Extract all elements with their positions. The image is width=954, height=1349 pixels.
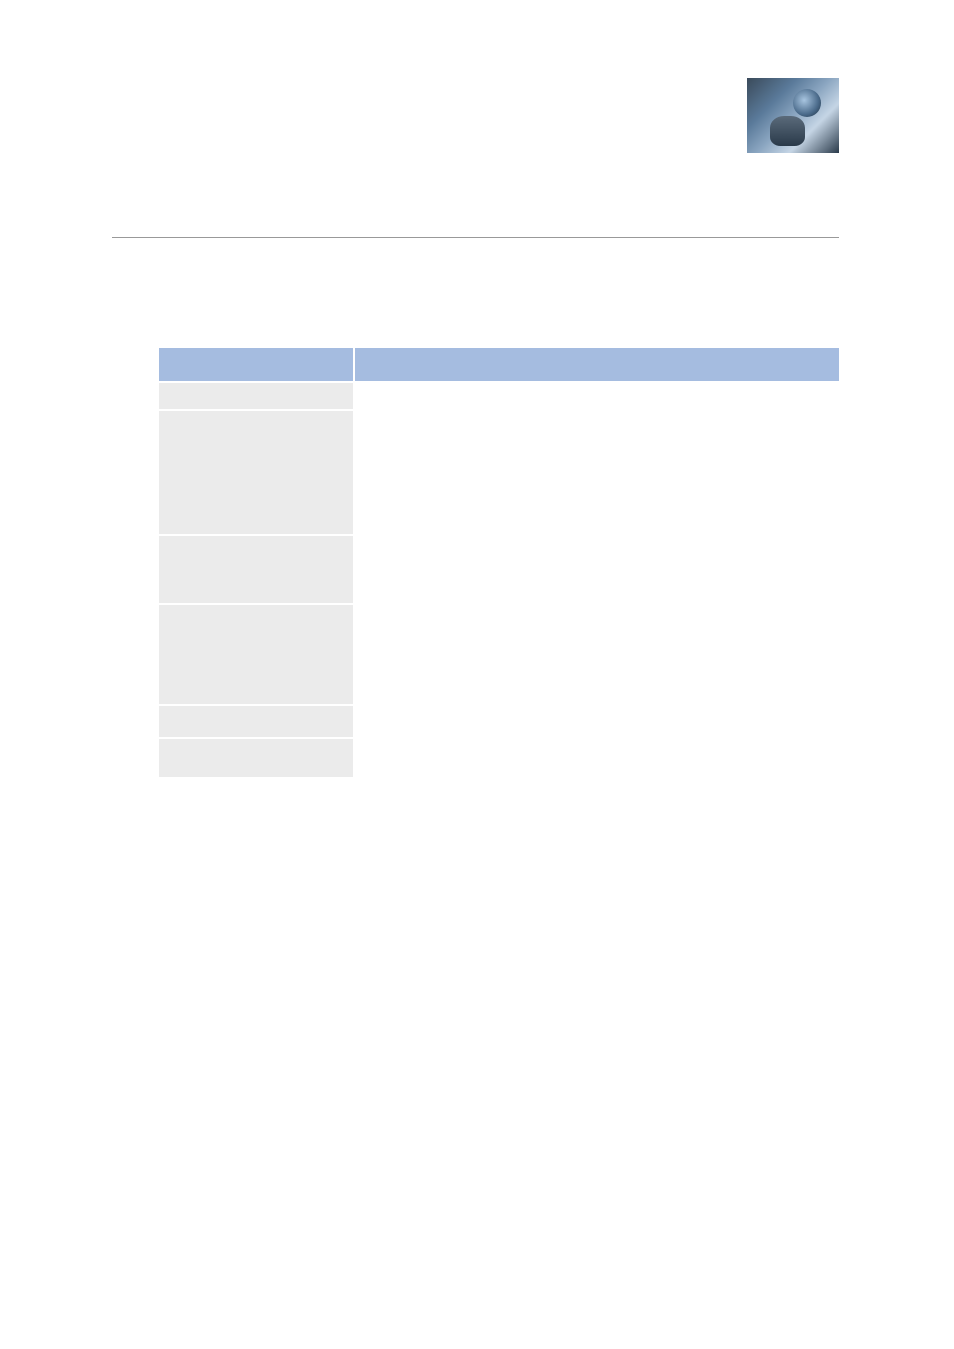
table-cell-right <box>355 383 839 409</box>
table-cell-right <box>355 411 839 534</box>
table-cell-left <box>159 739 355 777</box>
table-header-row <box>159 348 839 381</box>
table-cell-right <box>355 706 839 737</box>
table-cell-left <box>159 536 355 603</box>
table-cell-right <box>355 536 839 603</box>
table-cell-right <box>355 739 839 777</box>
table-header-right <box>355 348 839 381</box>
table-row <box>159 737 839 777</box>
table-cell-left <box>159 605 355 704</box>
table-row <box>159 381 839 409</box>
data-table <box>159 346 839 777</box>
table-row <box>159 704 839 737</box>
table-cell-left <box>159 411 355 534</box>
table-row <box>159 409 839 534</box>
table-row <box>159 603 839 704</box>
table-row <box>159 534 839 603</box>
table-header-left <box>159 348 355 381</box>
horizontal-rule <box>112 237 839 238</box>
wolf-eye-logo <box>747 78 839 153</box>
table-cell-right <box>355 605 839 704</box>
table-cell-left <box>159 706 355 737</box>
table-cell-left <box>159 383 355 409</box>
